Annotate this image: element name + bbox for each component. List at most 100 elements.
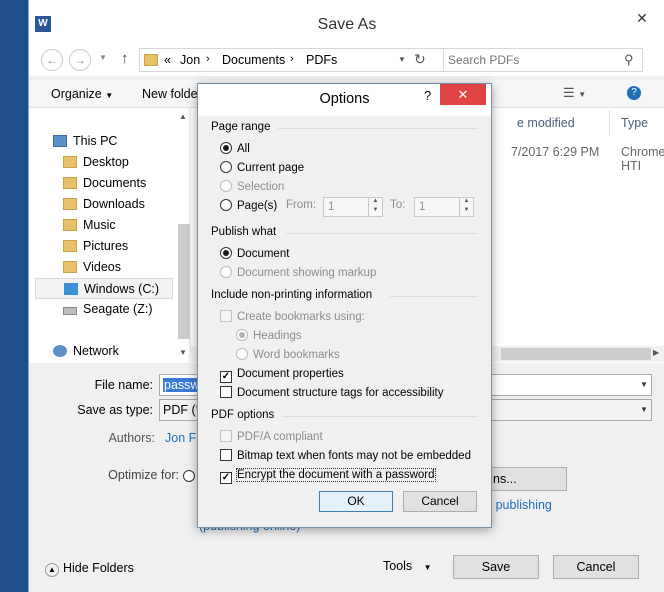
headings-label: Headings <box>253 330 302 342</box>
nav-item-label: This PC <box>73 134 118 148</box>
options-cancel-button[interactable]: Cancel <box>403 491 477 512</box>
save-button[interactable]: Save <box>453 555 539 579</box>
document-properties-option[interactable]: ✓ Document properties <box>220 365 344 383</box>
non-printing-heading: Include non-printing information <box>211 289 373 301</box>
pages-label: Page(s) <box>237 200 278 212</box>
forward-arrow-icon[interactable]: → <box>69 49 91 71</box>
nav-item-label: Downloads <box>83 197 145 211</box>
view-options-icon[interactable]: ☰ ▼ <box>563 85 586 101</box>
nav-item-network[interactable]: Network <box>53 341 198 362</box>
document-properties-checkbox[interactable]: ✓ <box>220 371 232 383</box>
divider <box>286 233 478 234</box>
computer-icon <box>53 135 67 147</box>
organize-menu[interactable]: Organize ▼ <box>51 87 113 101</box>
publish-what-heading: Publish what <box>211 226 277 238</box>
divider <box>282 416 478 417</box>
radio-pages[interactable] <box>220 199 232 211</box>
create-bookmarks-checkbox <box>220 310 232 322</box>
help-icon[interactable]: ? <box>627 86 641 100</box>
column-header-type[interactable]: Type <box>621 116 648 130</box>
nav-item-documents[interactable]: Documents <box>63 173 208 194</box>
back-arrow-icon[interactable]: ← <box>41 49 63 71</box>
window-close-icon[interactable]: ✕ <box>629 10 655 28</box>
chevron-down-icon: ▼ <box>423 563 432 572</box>
chevron-down-icon[interactable]: ▼ <box>640 375 648 395</box>
tools-label: Tools <box>383 559 413 573</box>
bitmap-text-label: Bitmap text when fonts may not be embedd… <box>237 450 471 462</box>
spinner-arrows-icon: ▲ ▼ <box>368 197 382 217</box>
nav-scroll-up-icon[interactable]: ▲ <box>179 112 187 121</box>
nav-item-label: Documents <box>83 176 147 190</box>
page-range-pages-option[interactable]: Page(s) <box>220 197 277 215</box>
breadcrumb-documents[interactable]: Documents <box>222 53 285 67</box>
address-bar[interactable]: « Jon › Documents › PDFs ▼ ↻ <box>139 48 459 72</box>
authors-label: Authors: <box>108 431 155 445</box>
create-bookmarks-label: Create bookmarks using: <box>237 311 365 323</box>
up-arrow-icon[interactable]: ↑ <box>121 50 129 67</box>
hide-folders-label: Hide Folders <box>63 561 134 575</box>
structure-tags-checkbox[interactable] <box>220 386 232 398</box>
nav-item-label: Windows (C:) <box>84 282 160 296</box>
breadcrumb-separator-icon: › <box>206 53 210 65</box>
close-icon[interactable]: ✕ <box>440 84 486 105</box>
spinner-arrows-icon: ▲ ▼ <box>459 197 473 217</box>
to-spinner: 1 ▲ ▼ <box>414 197 474 217</box>
refresh-icon[interactable]: ↻ <box>414 51 426 68</box>
nav-item-label: Music <box>83 218 116 232</box>
nav-item-this-pc[interactable]: This PC <box>53 131 198 152</box>
radio-all[interactable] <box>220 142 232 154</box>
encrypt-checkbox[interactable]: ✓ <box>220 472 232 484</box>
bitmap-text-option[interactable]: Bitmap text when fonts may not be embedd… <box>220 447 471 465</box>
document-label: Document <box>237 248 290 260</box>
hscroll-thumb[interactable] <box>501 348 651 360</box>
folder-icon <box>63 177 77 189</box>
cancel-button[interactable]: Cancel <box>553 555 639 579</box>
radio-current-page[interactable] <box>220 161 232 173</box>
folder-icon <box>144 54 158 66</box>
page-range-heading: Page range <box>211 121 271 133</box>
publish-document-option[interactable]: Document <box>220 245 289 263</box>
network-icon <box>53 345 67 357</box>
nav-item-windows-c[interactable]: Windows (C:) <box>35 278 173 299</box>
hscroll-right-icon[interactable]: ▶ <box>653 348 659 357</box>
file-row-type[interactable]: Chrome HTI <box>621 145 664 173</box>
breadcrumb-pdfs[interactable]: PDFs <box>306 53 337 67</box>
create-bookmarks-option: Create bookmarks using: <box>220 308 365 326</box>
pdfa-option: PDF/A compliant <box>220 428 323 446</box>
search-box[interactable]: ⚲ <box>443 48 643 72</box>
document-properties-label: Document properties <box>237 368 344 380</box>
breadcrumb-jon[interactable]: Jon <box>180 53 200 67</box>
optimize-standard-radio[interactable] <box>183 470 195 482</box>
from-spinner: 1 ▲ ▼ <box>323 197 383 217</box>
encrypt-option[interactable]: ✓ Encrypt the document with a password <box>220 466 436 484</box>
bookmarks-word-option: Word bookmarks <box>236 346 340 364</box>
structure-tags-option[interactable]: Document structure tags for accessibilit… <box>220 384 443 402</box>
search-input[interactable] <box>448 51 618 69</box>
nav-item-desktop[interactable]: Desktop <box>63 152 208 173</box>
chevron-down-icon[interactable]: ▼ <box>640 400 648 420</box>
nav-item-label: Seagate (Z:) <box>83 302 153 316</box>
bitmap-text-checkbox[interactable] <box>220 449 232 461</box>
nav-item-downloads[interactable]: Downloads <box>63 194 208 215</box>
new-folder-button[interactable]: New folder <box>142 87 202 101</box>
recent-locations-chevron-icon[interactable]: ▼ <box>99 53 107 62</box>
page-range-current-option[interactable]: Current page <box>220 159 304 177</box>
file-row-modified[interactable]: 7/2017 6:29 PM <box>511 145 599 159</box>
page-range-all-option[interactable]: All <box>220 140 250 158</box>
ok-button[interactable]: OK <box>319 491 393 512</box>
radio-document[interactable] <box>220 247 232 259</box>
nav-scroll-down-icon[interactable]: ▼ <box>179 348 187 357</box>
help-icon[interactable]: ? <box>424 88 434 103</box>
column-header-date-modified[interactable]: e modified <box>517 116 575 130</box>
hide-folders-toggle[interactable]: ▲ Hide Folders <box>45 561 134 577</box>
tools-menu[interactable]: Tools ▼ <box>383 559 432 573</box>
folder-icon <box>63 219 77 231</box>
divider <box>390 296 478 297</box>
search-icon[interactable]: ⚲ <box>624 52 634 68</box>
encrypt-label: Encrypt the document with a password <box>236 468 436 482</box>
nav-scrollbar-thumb[interactable] <box>178 224 190 339</box>
save-as-type-label: Save as type: <box>77 403 153 417</box>
document-markup-label: Document showing markup <box>237 267 377 279</box>
breadcrumb-overflow[interactable]: « <box>164 53 171 67</box>
address-dropdown-icon[interactable]: ▼ <box>398 55 406 64</box>
